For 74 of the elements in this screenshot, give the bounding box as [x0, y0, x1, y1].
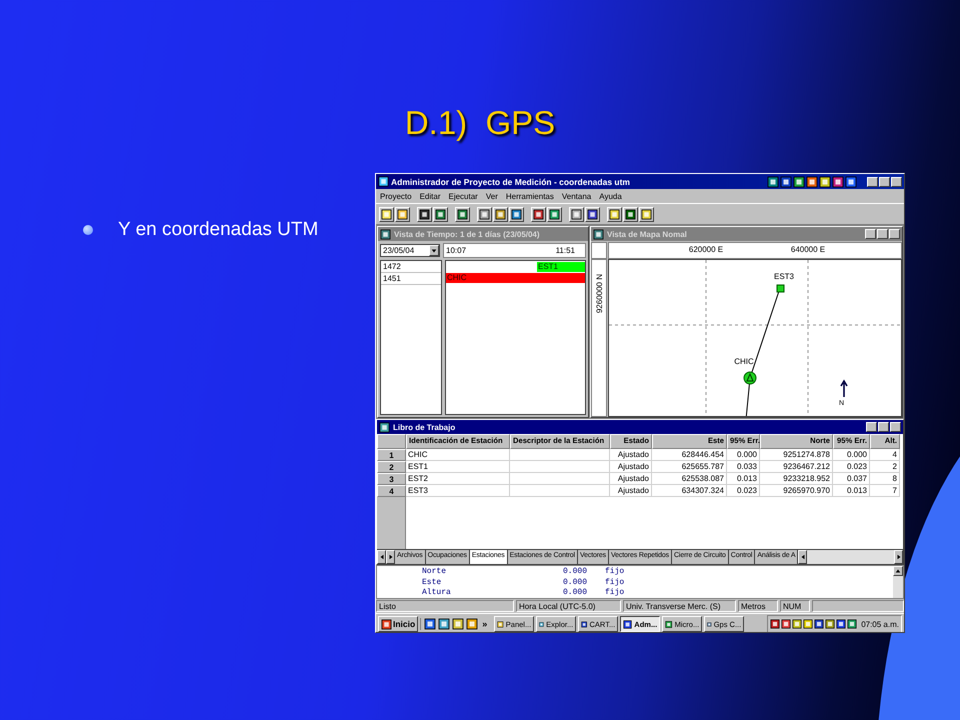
station-label: CHIC — [734, 357, 754, 366]
slide-title: D.1) GPS — [404, 103, 556, 143]
more-button[interactable]: » — [480, 619, 490, 629]
table-cell: 0.033 — [727, 461, 760, 473]
end-time: 11:51 — [556, 246, 575, 255]
table-cell: EST1 — [406, 461, 510, 473]
detail-name: Norte — [422, 567, 448, 578]
table-cell: 2 — [870, 461, 900, 473]
window-title: Administrador de Proyecto de Medición - coordenadas utm — [391, 176, 631, 186]
window-title: Vista de Mapa Nomal — [607, 230, 688, 238]
table-cell: 0.013 — [833, 485, 870, 497]
detail-value: 0.000 — [562, 588, 587, 598]
detail-name: Altura — [422, 588, 452, 598]
detail-name: Este — [422, 578, 442, 588]
status-field: Metros — [738, 600, 778, 612]
detail-value: 0.000 — [562, 578, 587, 588]
table-cell: 0.023 — [833, 461, 870, 473]
bullet-text: Y en coordenadas UTM — [118, 219, 318, 241]
occupation-bar: CHIC — [446, 273, 585, 283]
menu-item[interactable]: Ejecutar — [448, 192, 478, 200]
window-title: Libro de Trabajo — [393, 422, 456, 432]
table-cell: 628446.454 — [652, 449, 727, 461]
receiver-label: 1472 — [381, 261, 441, 273]
table-cell: 625538.087 — [652, 473, 727, 485]
table-cell: 9233218.952 — [760, 473, 833, 485]
status-field: Univ. Transverse Merc. (S) — [623, 600, 736, 612]
table-cell: 9236467.212 — [760, 461, 833, 473]
row-number: 2 — [377, 461, 406, 473]
table-cell: EST3 — [406, 485, 510, 497]
occupation-bar: EST1 — [537, 262, 585, 272]
row-number: 1 — [377, 449, 406, 461]
menu-item[interactable]: Herramientas — [506, 192, 554, 200]
row-number: 3 — [377, 473, 406, 485]
table-cell: Ajustado — [610, 485, 652, 497]
table-cell: CHIC — [406, 449, 510, 461]
start-time: 10:07 — [446, 246, 466, 255]
start-button[interactable]: Inicio — [378, 616, 418, 632]
table-cell: 0.000 — [833, 449, 870, 461]
table-cell: 9251274.878 — [760, 449, 833, 461]
table-cell: Ajustado — [610, 461, 652, 473]
axis-label: 9260000 N — [594, 274, 604, 314]
table-cell: EST2 — [406, 473, 510, 485]
row-number: 4 — [377, 485, 406, 497]
station-label: EST3 — [774, 272, 794, 281]
axis-label: 640000 E — [790, 245, 826, 254]
menu-item[interactable]: Editar — [420, 192, 440, 200]
table-cell: 0.023 — [727, 485, 760, 497]
table-cell: 634307.324 — [652, 485, 727, 497]
table-cell: 0.000 — [727, 449, 760, 461]
table-cell: 4 — [870, 449, 900, 461]
axis-label: 620000 E — [688, 245, 724, 254]
table-cell: 7 — [870, 485, 900, 497]
clock: 07:05 a.m. — [861, 620, 899, 628]
table-cell: 8 — [870, 473, 900, 485]
table-cell: 9265970.970 — [760, 485, 833, 497]
menu-item[interactable]: Ver — [486, 192, 498, 200]
table-cell: 0.037 — [833, 473, 870, 485]
detail-mode: fijo — [605, 567, 624, 578]
table-cell: 625655.787 — [652, 461, 727, 473]
status-field: NUM — [780, 600, 810, 612]
menu-item[interactable]: Ventana — [562, 192, 592, 200]
table-cell: 0.013 — [727, 473, 760, 485]
detail-mode: fijo — [605, 588, 624, 598]
menu-item[interactable]: Proyecto — [380, 192, 412, 200]
window-title: Vista de Tiempo: 1 de 1 días (23/05/04) — [394, 230, 541, 238]
detail-mode: fijo — [605, 578, 624, 588]
menu-item[interactable]: Ayuda — [599, 192, 622, 200]
status-field: Hora Local (UTC-5.0) — [516, 600, 621, 612]
receiver-label: 1451 — [381, 273, 441, 285]
detail-value: 0.000 — [562, 567, 587, 578]
table-cell: Ajustado — [610, 449, 652, 461]
status-field: Listo — [376, 600, 514, 612]
date-dropdown[interactable]: 23/05/04 — [380, 244, 440, 257]
table-cell: Ajustado — [610, 473, 652, 485]
